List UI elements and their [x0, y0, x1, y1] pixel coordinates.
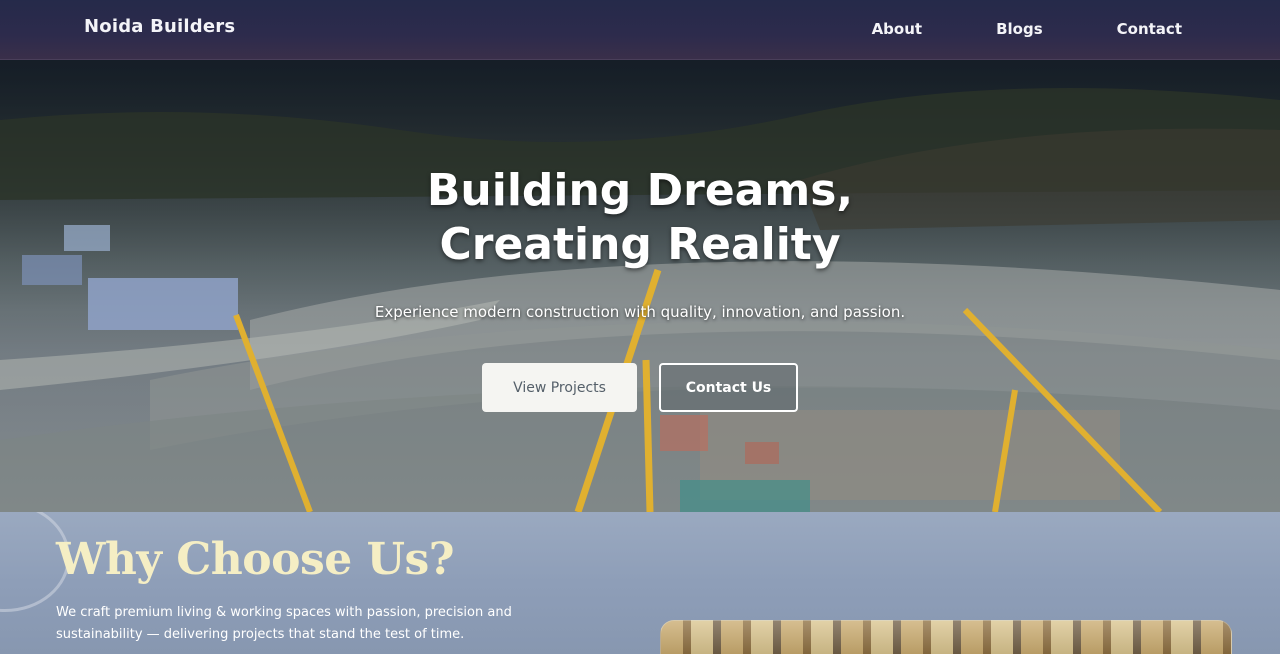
why-choose-us-section: Why Choose Us? We craft premium living &… — [0, 512, 1280, 654]
hero-title-line2: Creating Reality — [439, 219, 841, 270]
hero-subtitle: Experience modern construction with qual… — [374, 303, 906, 321]
hero-content: Building Dreams, Creating Reality Experi… — [0, 60, 1280, 512]
nav-link-contact[interactable]: Contact — [1117, 20, 1182, 38]
contact-us-button[interactable]: Contact Us — [659, 363, 798, 412]
nav-link-about[interactable]: About — [872, 20, 923, 38]
navbar: Noida Builders About Blogs Contact — [0, 0, 1280, 60]
hero-title-line1: Building Dreams, — [426, 165, 854, 216]
why-image — [660, 620, 1232, 654]
nav-links: About Blogs Contact — [798, 20, 1182, 38]
why-description-line1: We craft premium living & working spaces… — [56, 605, 512, 620]
view-projects-button[interactable]: View Projects — [482, 363, 637, 412]
brand-logo-text[interactable]: Noida Builders — [84, 16, 235, 37]
why-description-line2: sustainability — delivering projects tha… — [56, 627, 465, 642]
nav-link-blogs[interactable]: Blogs — [996, 20, 1043, 38]
why-image-overlay — [661, 621, 1231, 654]
hero-title: Building Dreams, Creating Reality — [300, 164, 980, 272]
hero-section: Building Dreams, Creating Reality Experi… — [0, 60, 1280, 512]
why-title: Why Choose Us? — [56, 534, 455, 585]
why-description: We craft premium living & working spaces… — [56, 602, 556, 646]
